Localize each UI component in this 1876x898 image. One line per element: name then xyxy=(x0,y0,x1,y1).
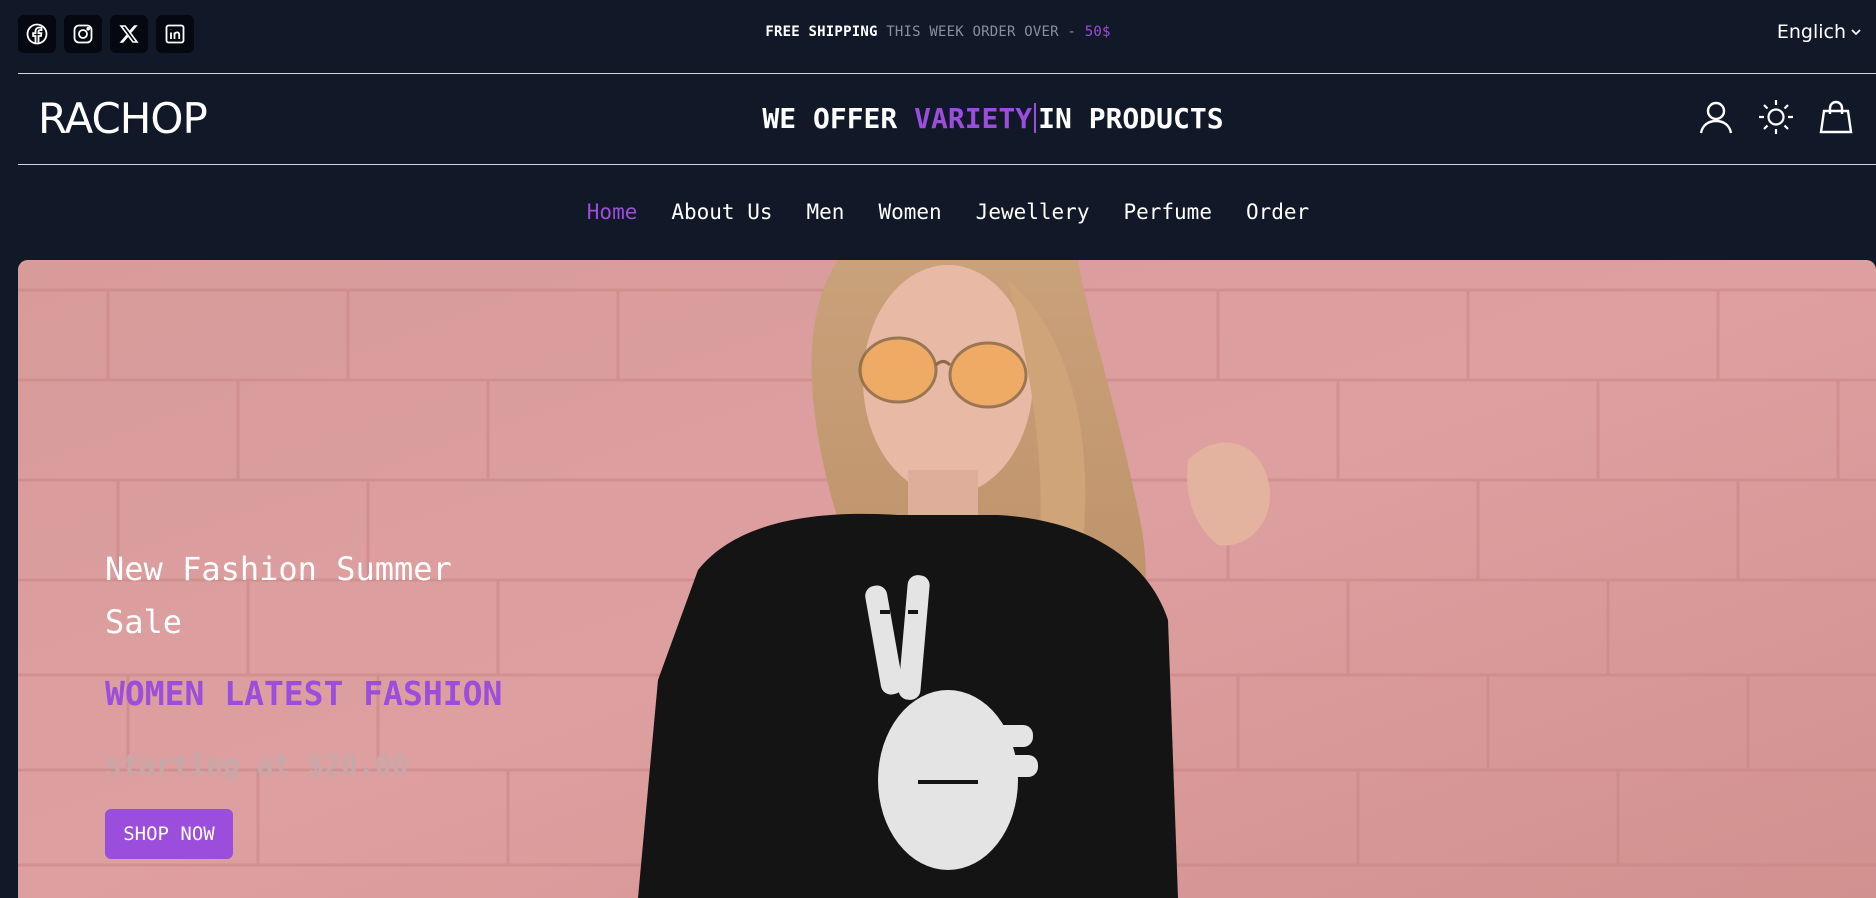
sun-icon xyxy=(1759,100,1793,134)
nav-item-about-us[interactable]: About Us xyxy=(654,200,789,224)
header-actions xyxy=(1696,97,1856,137)
top-bar: FREE SHIPPING THIS WEEK ORDER OVER - 50$… xyxy=(0,0,1876,66)
language-label: Englich xyxy=(1776,21,1846,43)
chevron-down-icon xyxy=(1851,29,1861,36)
hero-subtitle: WOMEN LATEST FASHION xyxy=(105,674,503,713)
shop-now-button[interactable]: SHOP NOW xyxy=(105,809,233,859)
shipping-text: THIS WEEK ORDER OVER - xyxy=(886,24,1085,40)
tagline-highlight: VARIETY xyxy=(914,102,1033,135)
divider xyxy=(18,164,1876,165)
hero-price: starting at $20.00 xyxy=(105,748,409,781)
nav-item-order[interactable]: Order xyxy=(1229,200,1326,224)
nav-item-home[interactable]: Home xyxy=(570,200,655,224)
tagline: WE OFFER VARIETY IN PRODUCTS xyxy=(0,102,1876,135)
nav-item-men[interactable]: Men xyxy=(790,200,862,224)
theme-toggle-button[interactable] xyxy=(1756,97,1796,137)
user-icon xyxy=(1699,101,1733,134)
nav-item-jewellery[interactable]: Jewellery xyxy=(959,200,1107,224)
shipping-strong: FREE SHIPPING xyxy=(765,24,878,40)
main-nav: Home About Us Men Women Jewellery Perfum… xyxy=(0,200,1876,224)
shipping-banner: FREE SHIPPING THIS WEEK ORDER OVER - 50$ xyxy=(0,24,1876,40)
account-button[interactable] xyxy=(1696,97,1736,137)
hero-title: New Fashion Summer Sale xyxy=(105,550,452,641)
nav-item-women[interactable]: Women xyxy=(861,200,958,224)
typing-cursor xyxy=(1034,103,1037,133)
hero-banner: New Fashion Summer Sale WOMEN LATEST FAS… xyxy=(18,260,1876,898)
shipping-amount: 50$ xyxy=(1084,24,1111,40)
nav-item-perfume[interactable]: Perfume xyxy=(1106,200,1229,224)
cart-button[interactable] xyxy=(1816,97,1856,137)
divider xyxy=(18,73,1876,74)
tagline-end: IN PRODUCTS xyxy=(1038,102,1224,135)
tagline-start: WE OFFER xyxy=(762,102,915,135)
shopping-bag-icon xyxy=(1819,100,1853,134)
language-selector[interactable]: Englich xyxy=(1777,21,1862,43)
